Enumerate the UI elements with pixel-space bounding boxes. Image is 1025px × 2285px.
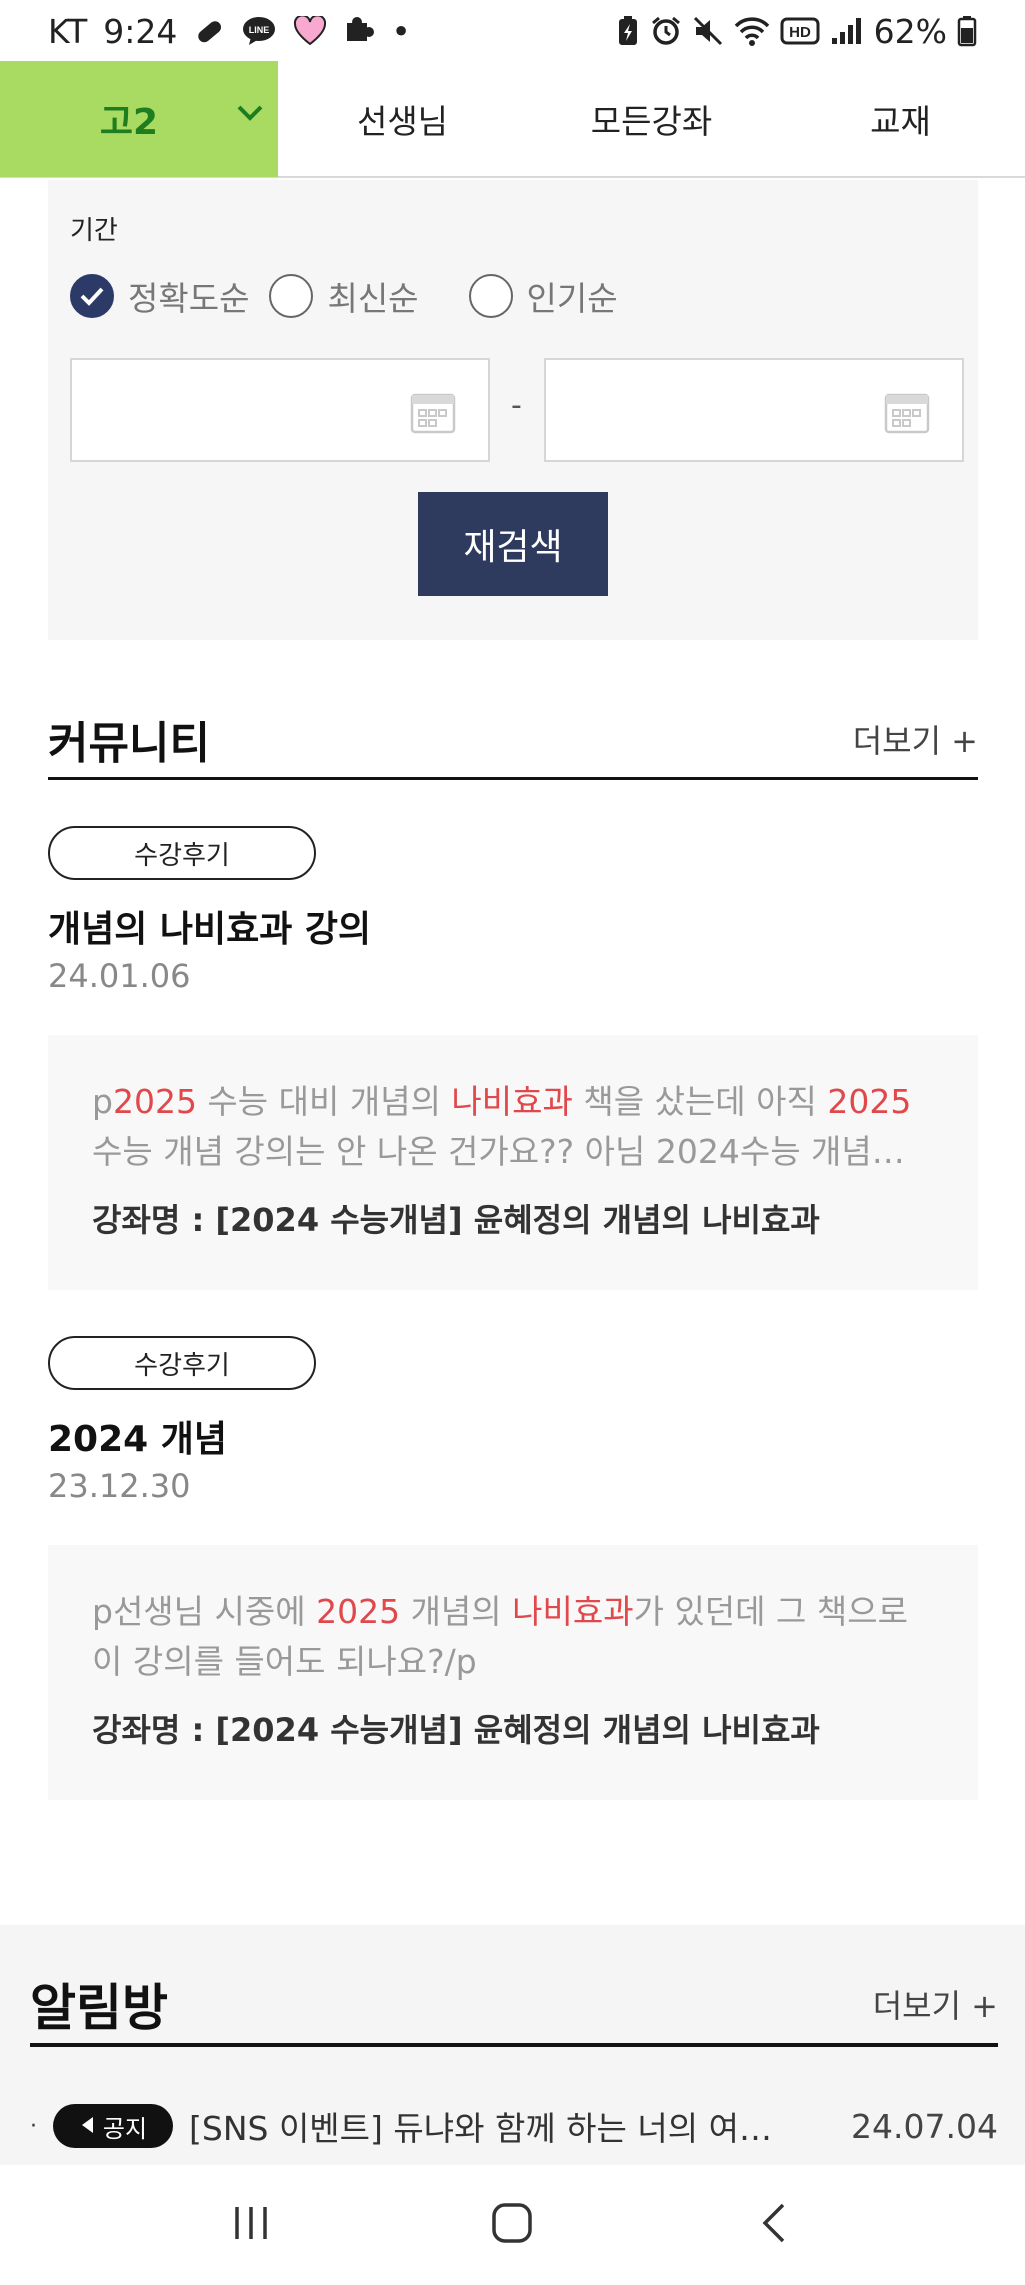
- post-course-name: 강좌명 : [2024 수능개념] 윤혜정의 개념의 나비효과: [92, 1201, 820, 1239]
- grade-label: 고2: [99, 102, 159, 143]
- alarm-icon: [650, 15, 682, 47]
- back-button[interactable]: [714, 2185, 834, 2265]
- recents-icon: [229, 2203, 273, 2247]
- post-preview-box[interactable]: p선생님 시중에 2025 개념의 나비효과가 있던데 그 책으로 이 강의를 …: [48, 1545, 978, 1800]
- period-label: 기간: [70, 216, 118, 246]
- sort-latest-radio[interactable]: 최신순: [269, 272, 419, 320]
- excerpt-highlight: 나비효과: [451, 1082, 573, 1121]
- battery-percent: 62%: [873, 11, 947, 51]
- hd-voice-icon: HD: [780, 16, 820, 46]
- sort-latest-label: 최신순: [327, 279, 419, 318]
- community-header: 커뮤니티 더보기 +: [48, 700, 978, 780]
- excerpt-highlight: 2025: [827, 1082, 912, 1121]
- nav-all-courses[interactable]: 모든강좌: [527, 95, 776, 143]
- date-separator: -: [511, 388, 522, 423]
- post-tag-badge: 수강후기: [48, 826, 316, 880]
- puzzle-icon: [343, 15, 375, 47]
- line-app-icon: LINE: [241, 15, 277, 47]
- notice-badge-label: 공지: [102, 2114, 148, 2143]
- excerpt-text: 수능 대비 개념의: [196, 1082, 452, 1121]
- svg-text:HD: HD: [789, 24, 811, 41]
- grade-selector[interactable]: 고2: [0, 61, 278, 177]
- top-nav: 고2 선생님 모든강좌 교재: [0, 61, 1025, 178]
- excerpt-text: 책을 샀는데 아직: [572, 1082, 828, 1121]
- post-title[interactable]: 2024 개념: [48, 1410, 227, 1462]
- post-title[interactable]: 개념의 나비효과 강의: [48, 900, 371, 952]
- clock: 9:24: [103, 11, 178, 51]
- battery-icon: [957, 15, 977, 47]
- radio-unchecked-icon: [468, 274, 513, 318]
- post-excerpt: p선생님 시중에 2025 개념의 나비효과가 있던데 그 책으로 이 강의를 …: [92, 1587, 934, 1687]
- search-filter-panel: 기간 정확도순 최신순 인기순 - 재검색: [48, 180, 978, 640]
- community-more-link[interactable]: 더보기 +: [853, 716, 978, 762]
- notice-more-link[interactable]: 더보기 +: [873, 1981, 998, 2027]
- nav-textbooks[interactable]: 교재: [776, 95, 1025, 143]
- pill-icon: [193, 15, 225, 47]
- post-tag-badge: 수강후기: [48, 1336, 316, 1390]
- excerpt-highlight: 2025: [316, 1592, 401, 1631]
- excerpt-highlight: 2025: [112, 1082, 197, 1121]
- research-button[interactable]: 재검색: [418, 492, 608, 596]
- nav-teachers[interactable]: 선생님: [278, 95, 527, 143]
- date-to-input[interactable]: [544, 358, 964, 462]
- post-date: 23.12.30: [48, 1467, 191, 1505]
- back-icon: [759, 2201, 789, 2249]
- calendar-icon[interactable]: [410, 390, 456, 438]
- sort-options: 정확도순 최신순 인기순: [70, 272, 638, 320]
- post-date: 24.01.06: [48, 957, 191, 995]
- svg-text:LINE: LINE: [249, 25, 270, 35]
- notice-text: [SNS 이벤트] 듀냐와 함께 하는 너의 여…: [189, 2109, 772, 2148]
- chevron-down-icon: [236, 103, 264, 127]
- home-icon: [490, 2201, 534, 2249]
- notice-badge: 공지: [53, 2104, 173, 2148]
- notice-section: 알림방 더보기 + · 공지 [SNS 이벤트] 듀냐와 함께 하는 너의 여……: [0, 1925, 1025, 2165]
- notice-header: 알림방 더보기 +: [30, 1965, 998, 2047]
- excerpt-text: p선생님 시중에: [92, 1592, 317, 1631]
- post-preview-box[interactable]: p2025 수능 대비 개념의 나비효과 책을 샀는데 아직 2025 수능 개…: [48, 1035, 978, 1290]
- post-excerpt: p2025 수능 대비 개념의 나비효과 책을 샀는데 아직 2025 수능 개…: [92, 1077, 934, 1177]
- status-bar: KT 9:24 LINE • HD 62%: [0, 0, 1025, 62]
- heart-icon: [293, 16, 327, 46]
- notice-item[interactable]: · 공지 [SNS 이벤트] 듀냐와 함께 하는 너의 여… 24.07.04: [30, 2101, 998, 2151]
- wifi-icon: [734, 15, 770, 47]
- excerpt-highlight: 나비효과: [512, 1592, 634, 1631]
- excerpt-text: p: [92, 1082, 113, 1121]
- more-notifications-dot: •: [391, 11, 411, 51]
- mute-icon: [692, 15, 724, 47]
- recents-button[interactable]: [191, 2185, 311, 2265]
- speaker-icon: [79, 2112, 95, 2140]
- community-title: 커뮤니티: [48, 717, 210, 769]
- signal-icon: [830, 16, 864, 46]
- excerpt-text: 수능 개념 강의는 안 나온 건가요?? 아님 2024수능 개념…: [92, 1132, 905, 1171]
- date-from-input[interactable]: [70, 358, 490, 462]
- system-nav-bar: [0, 2165, 1025, 2285]
- notice-date: 24.07.04: [851, 2106, 998, 2146]
- sort-popular-label: 인기순: [526, 279, 618, 318]
- radio-unchecked-icon: [269, 274, 314, 318]
- post-course-name: 강좌명 : [2024 수능개념] 윤혜정의 개념의 나비효과: [92, 1711, 820, 1749]
- sort-accuracy-label: 정확도순: [128, 279, 250, 318]
- home-button[interactable]: [452, 2185, 572, 2265]
- carrier-label: KT: [48, 11, 88, 51]
- excerpt-text: 개념의: [400, 1592, 513, 1631]
- sort-popular-radio[interactable]: 인기순: [468, 272, 618, 320]
- calendar-icon[interactable]: [884, 390, 930, 438]
- notice-bullet: ·: [30, 2113, 37, 2139]
- sort-accuracy-radio[interactable]: 정확도순: [70, 272, 249, 320]
- battery-saver-icon: [616, 15, 640, 47]
- radio-checked-icon: [70, 274, 114, 318]
- notice-title: 알림방: [30, 1979, 168, 2037]
